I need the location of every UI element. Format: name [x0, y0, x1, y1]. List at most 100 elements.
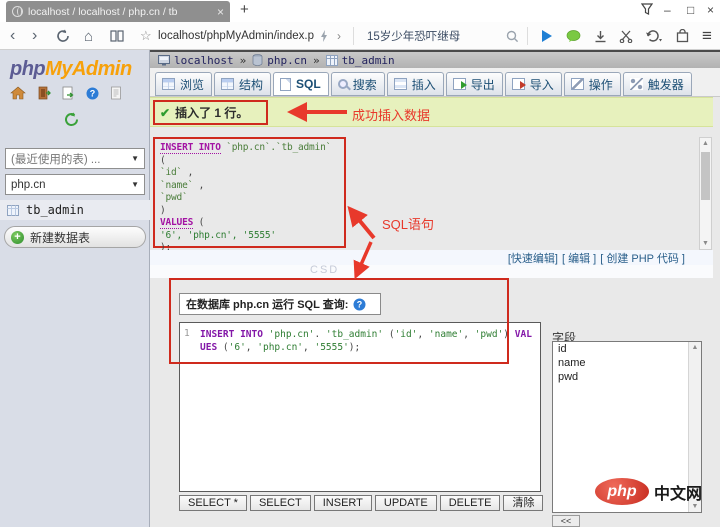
tab-structure[interactable]: 结构	[214, 72, 272, 96]
server-icon	[158, 54, 170, 65]
sidebar-icon-row: ?	[10, 86, 122, 100]
plus-icon: +	[11, 230, 24, 244]
window-close-button[interactable]: ×	[707, 3, 714, 17]
scroll-thumb[interactable]	[701, 152, 710, 200]
sql-line: VALUES (	[160, 217, 339, 230]
sql-token: ,	[193, 179, 205, 191]
breadcrumb-server[interactable]: localhost	[158, 54, 234, 67]
field-item-id[interactable]: id	[553, 342, 701, 356]
tab-label: 触发器	[647, 77, 684, 92]
select-button[interactable]: SELECT	[249, 495, 311, 511]
scroll-down-icon[interactable]: ▼	[700, 240, 711, 247]
structure-icon	[221, 78, 235, 90]
link-edit[interactable]: [ 编辑 ]	[562, 250, 596, 266]
maximize-button[interactable]: □	[687, 3, 694, 17]
scroll-up-icon[interactable]: ▲	[700, 140, 711, 147]
logout-door-icon[interactable]	[37, 86, 51, 100]
link-create-php[interactable]: [ 创建 PHP 代码 ]	[600, 250, 685, 266]
export-page-icon[interactable]	[62, 86, 75, 100]
sql-page-icon	[280, 77, 292, 91]
tab-label: 导出	[470, 77, 495, 92]
url-expand-icon[interactable]: ›	[337, 22, 341, 50]
filter-icon[interactable]	[641, 3, 653, 15]
sql-token: `php.cn`.`tb_admin`	[226, 142, 332, 153]
undo-icon[interactable]	[645, 22, 662, 50]
home-icon[interactable]	[10, 86, 26, 100]
collapse-fields-button[interactable]: <<	[552, 515, 580, 527]
tab-triggers[interactable]: 触发器	[622, 72, 692, 96]
search-icon	[337, 79, 348, 89]
scissors-icon[interactable]	[619, 22, 633, 50]
tab-label: 浏览	[180, 77, 205, 92]
tab-import[interactable]: 导入	[504, 72, 562, 96]
help-icon[interactable]: ?	[86, 87, 99, 100]
breadcrumb-database[interactable]: php.cn	[252, 54, 307, 67]
search-input[interactable]: 15岁少年恐吓继母	[367, 22, 460, 50]
reading-list-icon[interactable]	[110, 22, 124, 50]
tab-search[interactable]: 搜索	[330, 72, 385, 96]
recent-tables-select[interactable]: (最近使用的表) ... ▼	[5, 148, 145, 169]
breadcrumb-separator: »	[312, 53, 320, 67]
back-button[interactable]: ‹	[10, 22, 15, 50]
new-table-button[interactable]: + 新建数据表	[4, 226, 146, 248]
breadcrumb-separator: »	[239, 53, 247, 67]
menu-icon[interactable]: ≡	[702, 22, 712, 50]
bookmark-star-icon[interactable]: ☆	[140, 22, 152, 50]
url-text[interactable]: localhost/phpMyAdmin/index.p	[158, 22, 314, 50]
breadcrumb: localhost » php.cn » tb_admin	[150, 50, 720, 68]
clear-button[interactable]: 清除	[503, 495, 544, 511]
query-buttons: SELECT * SELECT INSERT UPDATE DELETE 清除	[179, 495, 544, 511]
tab-sql[interactable]: SQL	[273, 72, 329, 96]
browse-icon	[162, 78, 175, 90]
tab-title: localhost / localhost / php.cn / tb	[28, 5, 178, 18]
query-legend-text: 在数据库 php.cn 运行 SQL 查询:	[186, 299, 349, 311]
minimize-button[interactable]: –	[664, 3, 671, 17]
tab-operations[interactable]: 操作	[563, 72, 621, 96]
search-icon[interactable]	[506, 22, 519, 50]
docs-icon[interactable]	[110, 86, 122, 100]
tab-label: 插入	[411, 77, 436, 92]
import-icon	[511, 78, 526, 90]
tab-export[interactable]: 导出	[445, 72, 503, 96]
field-item-pwd[interactable]: pwd	[553, 370, 701, 384]
tab-label: SQL	[296, 77, 321, 91]
sql-token: VALUES	[160, 217, 194, 229]
lightning-icon[interactable]	[320, 22, 328, 50]
watermark-band	[150, 265, 713, 278]
scrollbar[interactable]: ▲ ▼	[699, 137, 712, 250]
help-icon[interactable]: ?	[353, 298, 366, 311]
field-item-name[interactable]: name	[553, 356, 701, 370]
breadcrumb-table[interactable]: tb_admin	[325, 54, 395, 67]
insert-button[interactable]: INSERT	[313, 495, 372, 511]
sql-token: (	[160, 154, 166, 166]
delete-button[interactable]: DELETE	[439, 495, 501, 511]
link-quick-edit[interactable]: [快速编辑]	[508, 250, 558, 266]
php-cn-watermark: php 中文网	[595, 478, 702, 505]
sql-line: `name` ,	[160, 180, 339, 193]
home-button[interactable]: ⌂	[84, 22, 93, 50]
sidebar-item-tb-admin[interactable]: tb_admin	[0, 200, 150, 220]
table-icon	[7, 204, 19, 216]
download-icon[interactable]	[594, 22, 607, 50]
select-star-button[interactable]: SELECT *	[179, 495, 247, 511]
scroll-up-icon[interactable]: ▲	[689, 344, 701, 351]
new-tab-button[interactable]: +	[240, 1, 249, 18]
refresh-tree-icon[interactable]	[64, 112, 79, 127]
logo-myadmin: MyAdmin	[45, 58, 132, 80]
basket-icon[interactable]	[676, 22, 689, 50]
forward-button[interactable]: ›	[32, 22, 37, 50]
update-button[interactable]: UPDATE	[374, 495, 437, 511]
database-select[interactable]: php.cn ▼	[5, 174, 145, 195]
tab-insert[interactable]: 插入	[386, 72, 444, 96]
sql-token: `id`	[160, 167, 183, 178]
browser-tab[interactable]: localhost / localhost / php.cn / tb ×	[6, 1, 230, 22]
tab-label: 操作	[588, 77, 613, 92]
tab-close-icon[interactable]: ×	[217, 5, 224, 19]
insert-icon	[393, 78, 407, 90]
tab-browse[interactable]: 浏览	[155, 72, 213, 96]
refresh-icon[interactable]	[56, 22, 70, 50]
chat-icon[interactable]	[566, 22, 581, 50]
video-play-icon[interactable]	[540, 22, 554, 50]
success-bar: ✔ 插入了 1 行。	[150, 97, 713, 127]
browser-tab-bar: localhost / localhost / php.cn / tb × + …	[0, 0, 720, 22]
